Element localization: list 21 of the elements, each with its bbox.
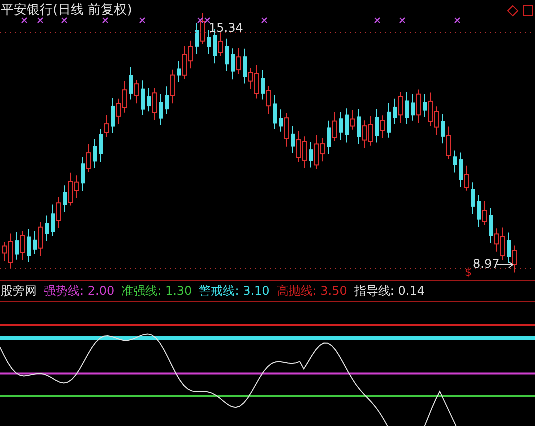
square-icon — [524, 6, 534, 16]
cross-icon — [454, 17, 461, 24]
indicator-name: 股旁网 — [1, 282, 37, 300]
legend-item: 高抛线: 3.50 — [276, 282, 348, 300]
legend-item: 准强线: 1.30 — [122, 282, 192, 300]
legend-item: 警戒线: 3.10 — [199, 282, 270, 300]
low-price-label: 8.97 — [473, 257, 500, 271]
cross-icon — [261, 17, 268, 24]
legend-item: 指导线: 0.14 — [354, 282, 425, 300]
cross-icon — [102, 17, 109, 24]
signal-mark: $ — [465, 266, 472, 279]
legend-item: 强势线: 2.00 — [44, 282, 115, 300]
cross-icon — [37, 17, 44, 24]
cross-icon — [399, 17, 406, 24]
cross-icon — [21, 17, 28, 24]
chart-title: 平安银行(日线 前复权) — [1, 2, 132, 19]
cross-icon — [139, 17, 146, 24]
cross-icon — [374, 17, 381, 24]
high-price-label: 15.34 — [209, 21, 244, 35]
diamond-icon — [507, 5, 519, 17]
cross-icon — [61, 17, 68, 24]
